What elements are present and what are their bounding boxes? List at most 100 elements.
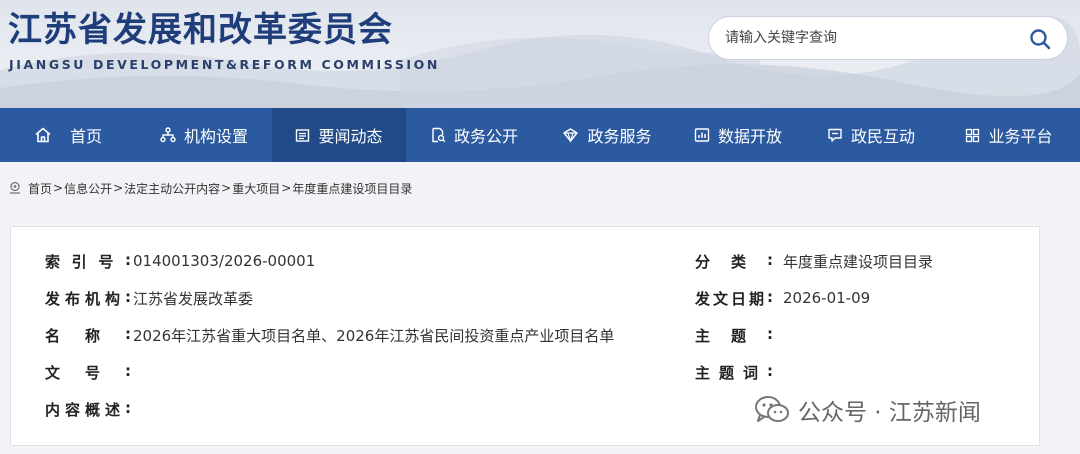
publisher-label: 发布机构: xyxy=(45,288,131,309)
breadcrumb-major-projects[interactable]: 重大项目 xyxy=(232,180,280,197)
label-char: 概 xyxy=(85,400,101,419)
nav-label: 数据开放 xyxy=(717,127,782,146)
label-char: 题 xyxy=(731,326,747,345)
index-row: 索引号: 014001303/2026-00001 xyxy=(45,250,315,272)
label-char: 构 xyxy=(105,289,121,308)
date-label: 发文日期: xyxy=(695,288,773,309)
publisher-row: 发布机构: 江苏省发展改革委 xyxy=(45,287,253,309)
site-header: 江苏省发展和改革委员会 JIANGSU DEVELOPMENT&REFORM C… xyxy=(0,0,1080,108)
label-char: 分 xyxy=(695,252,711,271)
name-row: 名 称: 2026年江苏省重大项目名单、2026年江苏省民间投资重点产业项目名单 xyxy=(45,324,614,346)
label-char: 日 xyxy=(731,289,747,308)
location-pin-icon xyxy=(8,181,22,195)
name-value: 2026年江苏省重大项目名单、2026年江苏省民间投资重点产业项目名单 xyxy=(133,326,615,345)
label-char: 期 xyxy=(749,289,765,308)
site-subtitle: JIANGSU DEVELOPMENT&REFORM COMMISSION xyxy=(9,57,440,72)
breadcrumb-statutory[interactable]: 法定主动公开内容 xyxy=(124,180,220,197)
watermark-text: 公众号 · 江苏新闻 xyxy=(798,400,981,426)
label-char: 引 xyxy=(71,252,87,271)
date-row: 发文日期: 2026-01-09 xyxy=(695,287,870,309)
breadcrumb-separator: > xyxy=(113,181,124,195)
date-value: 2026-01-09 xyxy=(783,289,871,307)
breadcrumb: 首页 > 信息公开 > 法定主动公开内容 > 重大项目 > 年度重点建设项目目录 xyxy=(0,162,1080,214)
document-search-icon xyxy=(430,127,446,143)
label-char: 布 xyxy=(65,289,81,308)
publisher-value: 江苏省发展改革委 xyxy=(133,289,254,308)
label-char: 内 xyxy=(45,400,61,419)
nav-item-data[interactable]: 数据开放 xyxy=(672,108,804,162)
label-char: 容 xyxy=(65,400,81,419)
category-row: 分 类: 年度重点建设项目目录 xyxy=(695,250,933,272)
search-button[interactable] xyxy=(1027,26,1053,52)
label-char: 索 xyxy=(45,252,61,271)
label-char: : xyxy=(767,250,773,269)
label-char: : xyxy=(124,250,131,269)
nav-item-platform[interactable]: 业务平台 xyxy=(938,108,1080,162)
breadcrumb-info-open[interactable]: 信息公开 xyxy=(64,180,112,197)
nav-label: 政民互动 xyxy=(850,127,915,146)
breadcrumb-home[interactable]: 首页 xyxy=(28,180,52,197)
nav-item-news[interactable]: 要闻动态 xyxy=(272,108,406,162)
label-char: : xyxy=(767,287,773,306)
breadcrumb-separator: > xyxy=(281,181,292,195)
main-nav: 首页 机构设置 要闻动态 政务公开 政务服务 数据开放 政民互动 业务平台 xyxy=(0,108,1080,162)
nav-label: 要闻动态 xyxy=(318,127,383,146)
nav-label: 首页 xyxy=(69,127,102,146)
docno-row: 文 号: xyxy=(45,361,133,383)
label-char: : xyxy=(125,361,131,380)
breadcrumb-current[interactable]: 年度重点建设项目目录 xyxy=(292,180,412,197)
keywords-label: 主题词: xyxy=(695,362,773,383)
label-char: 类 xyxy=(731,252,747,271)
docno-label: 文 号: xyxy=(45,362,131,383)
nav-item-home[interactable]: 首页 xyxy=(0,108,136,162)
nav-item-interaction[interactable]: 政民互动 xyxy=(804,108,938,162)
label-char: 发 xyxy=(45,289,61,308)
keywords-row: 主题词: xyxy=(695,361,783,383)
nav-item-services[interactable]: 政务服务 xyxy=(542,108,672,162)
service-icon xyxy=(562,127,579,143)
label-char: : xyxy=(125,287,131,306)
site-title[interactable]: 江苏省发展和改革委员会 xyxy=(8,2,393,51)
label-char: 主 xyxy=(695,326,711,345)
label-char: 名 xyxy=(45,326,61,345)
label-char: 号 xyxy=(85,363,101,382)
search-box xyxy=(708,16,1068,60)
grid-icon xyxy=(965,128,980,143)
label-char: : xyxy=(767,361,773,380)
nav-label: 政务公开 xyxy=(453,127,518,146)
label-char: 文 xyxy=(713,289,729,308)
summary-row: 内容概述: xyxy=(45,398,133,420)
nav-item-org[interactable]: 机构设置 xyxy=(136,108,272,162)
label-char: 发 xyxy=(695,289,711,308)
search-input[interactable] xyxy=(725,17,1015,59)
label-char: 号 xyxy=(98,252,114,271)
label-char: 文 xyxy=(45,363,61,382)
category-label: 分 类: xyxy=(695,251,773,272)
wechat-watermark: 公众号 · 江苏新闻 xyxy=(754,393,981,427)
index-value: 014001303/2026-00001 xyxy=(133,252,316,270)
label-char: 述 xyxy=(105,400,121,419)
category-value: 年度重点建设项目目录 xyxy=(783,252,934,271)
home-icon xyxy=(34,126,52,144)
summary-label: 内容概述: xyxy=(45,399,131,420)
label-char: : xyxy=(125,324,131,343)
search-icon xyxy=(1030,29,1051,50)
nav-item-open-gov[interactable]: 政务公开 xyxy=(406,108,542,162)
subject-row: 主 题: xyxy=(695,324,783,346)
label-char: : xyxy=(125,398,131,417)
data-chart-icon xyxy=(694,127,710,143)
nav-label: 业务平台 xyxy=(988,127,1053,146)
subject-label: 主 题: xyxy=(695,325,773,346)
index-label: 索引号: xyxy=(45,251,131,272)
label-char: 称 xyxy=(85,326,101,345)
nav-label: 机构设置 xyxy=(183,127,248,146)
label-char: : xyxy=(767,324,773,343)
label-char: 题 xyxy=(719,363,735,382)
label-char: 机 xyxy=(85,289,101,308)
breadcrumb-separator: > xyxy=(53,181,64,195)
chat-icon xyxy=(827,127,843,143)
label-char: 主 xyxy=(695,363,711,382)
nav-label: 政务服务 xyxy=(587,127,652,146)
label-char: 词 xyxy=(743,363,759,382)
org-structure-icon xyxy=(160,127,176,143)
